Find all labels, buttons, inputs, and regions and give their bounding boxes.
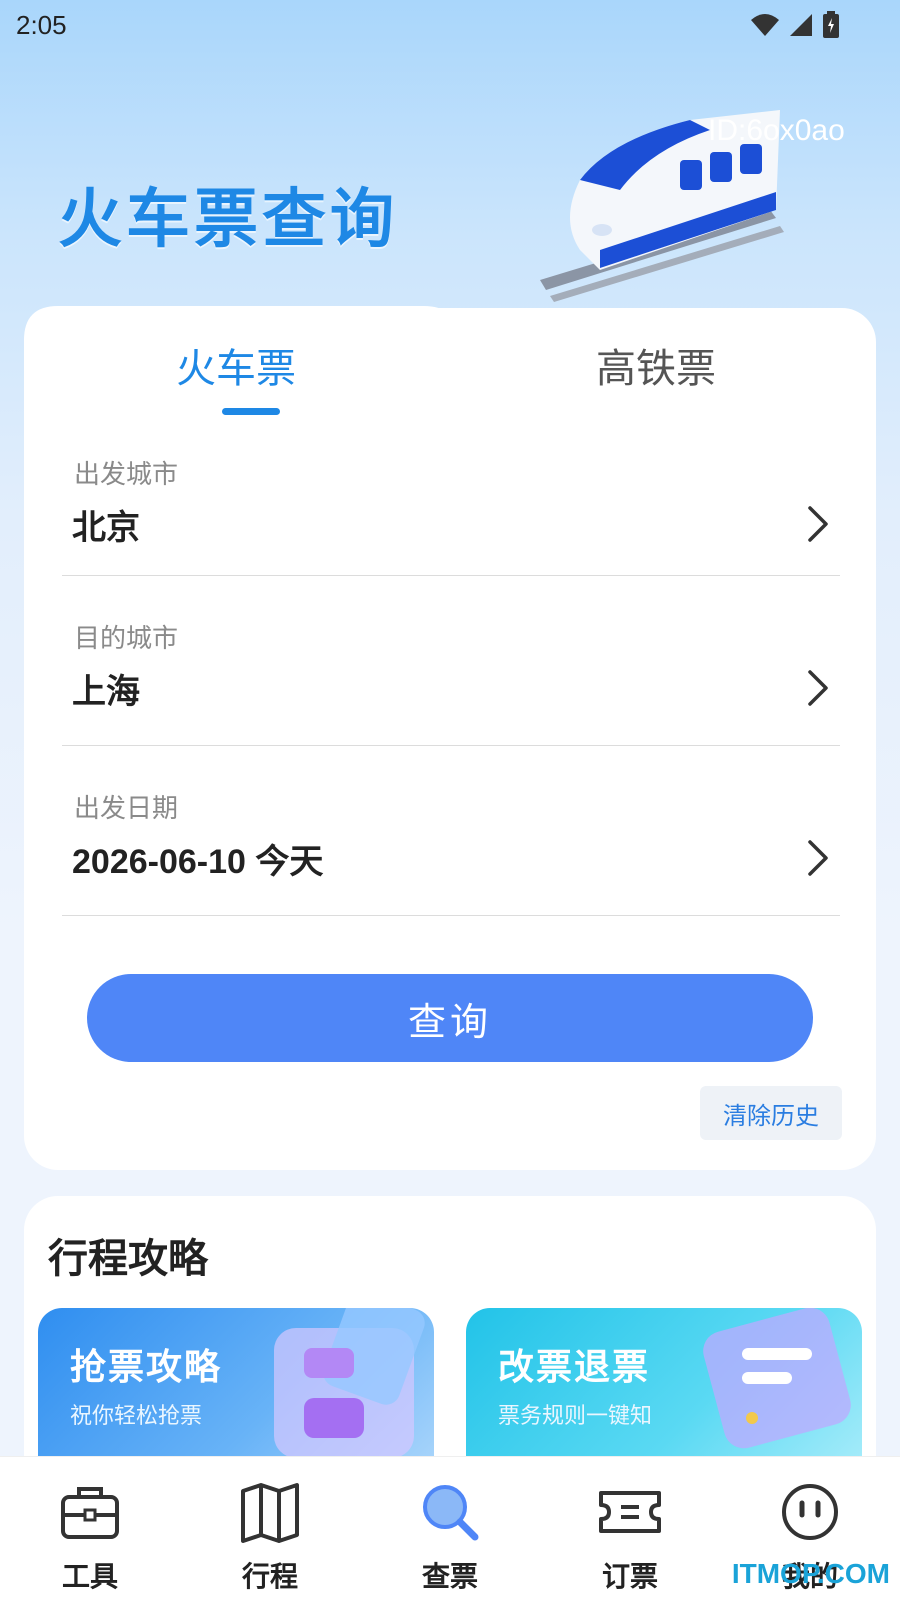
tab-highspeed-ticket[interactable]: 高铁票 xyxy=(596,336,716,394)
nav-item-book-tickets[interactable]: 订票 xyxy=(555,1457,705,1600)
toolbox-icon xyxy=(61,1487,119,1539)
chevron-right-icon xyxy=(808,506,828,542)
guide-title: 行程攻略 xyxy=(48,1236,208,1282)
date-label: 出发日期 xyxy=(74,794,179,824)
departure-value: 北京 xyxy=(72,508,140,548)
watermark: ITMOP.COM xyxy=(731,1558,890,1589)
status-bar: 2:05 xyxy=(0,0,900,50)
tab-active-indicator xyxy=(222,408,280,415)
map-icon xyxy=(241,1483,299,1543)
ticket-icon xyxy=(599,1491,661,1533)
status-time: 2:05 xyxy=(16,9,67,40)
date-field[interactable]: 出发日期 2026-06-10 今天 xyxy=(62,746,840,916)
departure-label: 出发城市 xyxy=(74,460,179,490)
profile-icon xyxy=(782,1484,838,1540)
search-icon xyxy=(423,1485,479,1541)
signal-icon xyxy=(790,14,812,36)
train-ticket-illustration xyxy=(274,1308,425,1456)
nav-label: 订票 xyxy=(601,1560,658,1593)
guide-card-title: 改票退票 xyxy=(498,1347,651,1388)
nav-label: 查票 xyxy=(421,1560,478,1593)
status-icons xyxy=(750,11,840,39)
guide-card-subtitle: 票务规则一键知 xyxy=(498,1404,653,1429)
nav-item-itinerary[interactable]: 行程 xyxy=(195,1457,345,1600)
tab-train-ticket[interactable]: 火车票 xyxy=(176,336,296,394)
departure-field[interactable]: 出发城市 北京 xyxy=(62,438,840,576)
guide-card-subtitle: 祝你轻松抢票 xyxy=(70,1404,203,1429)
nav-item-tools[interactable]: 工具 xyxy=(15,1457,165,1600)
chevron-right-icon xyxy=(808,670,828,706)
guide-card-title: 抢票攻略 xyxy=(70,1347,223,1388)
battery-icon xyxy=(823,11,839,38)
ticket-illustration xyxy=(703,1308,851,1449)
travel-guide-section: 行程攻略 抢票攻略 祝你轻松抢票 改票退票 票务规则一键知 xyxy=(24,1196,876,1456)
guide-card-change-refund[interactable]: 改票退票 票务规则一键知 xyxy=(466,1308,862,1456)
page-title: 火车票查询 xyxy=(58,183,398,257)
chevron-right-icon xyxy=(808,840,828,876)
nav-label: 行程 xyxy=(241,1560,298,1593)
destination-value: 上海 xyxy=(72,672,140,712)
clear-history-button[interactable]: 清除历史 xyxy=(700,1086,842,1140)
wifi-icon xyxy=(751,14,779,36)
destination-field[interactable]: 目的城市 上海 xyxy=(62,576,840,746)
date-value: 2026-06-10 今天 xyxy=(72,843,324,881)
nav-label: 工具 xyxy=(61,1560,118,1593)
destination-label: 目的城市 xyxy=(74,624,179,654)
query-button[interactable]: 查询 xyxy=(87,974,813,1062)
id-label: ID:6ox0ao xyxy=(708,114,845,147)
guide-card-ticket-grabbing[interactable]: 抢票攻略 祝你轻松抢票 xyxy=(38,1308,434,1456)
nav-item-search-tickets[interactable]: 查票 xyxy=(375,1457,525,1600)
